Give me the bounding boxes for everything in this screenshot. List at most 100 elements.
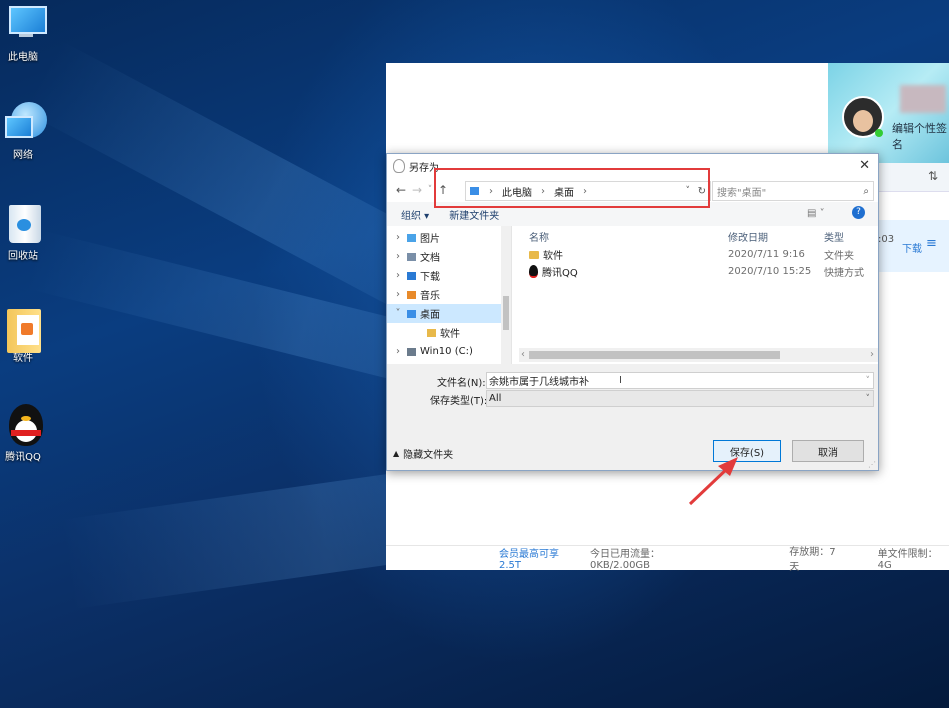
nav-item-label: 软件 [440, 329, 460, 340]
vip-link[interactable]: 会员最高可享2.5T [499, 545, 578, 571]
text-cursor-icon: I [619, 375, 622, 386]
resize-grip-icon[interactable]: ⋰ [868, 460, 876, 469]
h-scroll-thumb[interactable] [529, 351, 780, 359]
filename-input[interactable]: 余姚市属于几线城市补 I ˅ [486, 372, 874, 389]
filename-label: 文件名(N): [437, 378, 486, 389]
file-name-text: 软件 [543, 251, 563, 262]
nav-item-5[interactable]: 软件 [387, 323, 511, 342]
scroll-left-icon[interactable]: ‹ [521, 349, 525, 360]
help-icon[interactable]: ? [852, 206, 865, 219]
music-icon [407, 290, 416, 299]
qq-icon [3, 404, 43, 446]
file-row[interactable]: 腾讯QQ 2020/7/10 15:25 快捷方式 [519, 263, 878, 280]
desktop-icon-network[interactable]: 网络 [0, 102, 47, 161]
desktop-icon-recycle-bin[interactable]: 回收站 [0, 203, 46, 262]
storage-text: 存放期：7天 [789, 547, 836, 573]
desktop-icon-computer[interactable]: 此电脑 [0, 4, 47, 63]
profile-banner: 编辑个性签名 [828, 63, 949, 166]
cancel-button[interactable]: 取消 [792, 440, 864, 462]
chevron-up-icon: ▲ [393, 449, 400, 458]
expander-icon[interactable]: › [391, 346, 405, 357]
nav-item-3[interactable]: › 音乐 [387, 285, 511, 304]
folder-icon [529, 250, 539, 259]
hide-folders-label: 隐藏文件夹 [403, 450, 454, 461]
filetype-value: All [489, 393, 502, 404]
search-icon[interactable]: ⌕ [863, 186, 869, 197]
file-date: 2020/7/11 9:16 [728, 249, 805, 260]
nav-scrollbar[interactable] [501, 226, 511, 364]
nav-item-label: 桌面 [420, 310, 440, 321]
folder-icon [427, 328, 436, 337]
qq-icon [529, 265, 538, 278]
nav-item-label: 文档 [420, 253, 440, 264]
desktop-icon-label: 腾讯QQ [5, 452, 41, 463]
computer-icon [3, 4, 47, 44]
expander-icon[interactable]: › [391, 251, 405, 262]
file-row[interactable]: 软件 2020/7/11 9:16 文件夹 [519, 246, 878, 263]
search-input[interactable]: 搜索"桌面" [717, 184, 766, 199]
nav-item-4[interactable]: ˅ 桌面 [387, 304, 511, 323]
nav-item-0[interactable]: › 图片 [387, 228, 511, 247]
app-footer: 会员最高可享2.5T 今日已用流量：0KB/2.00GB 存放期：7天 单文件限… [386, 545, 949, 573]
hide-folders-toggle[interactable]: ▲ 隐藏文件夹 [393, 446, 453, 461]
close-icon[interactable]: ✕ [859, 158, 870, 173]
new-folder-button[interactable]: 新建文件夹 [449, 207, 499, 222]
file-type: 快捷方式 [824, 268, 864, 279]
view-options-icon[interactable]: ▤ ˅ [807, 208, 825, 219]
download-row[interactable]: :03 下载 ≡ [878, 220, 949, 272]
desktop-icon-label: 回收站 [8, 251, 38, 262]
filetype-dropdown-icon[interactable]: ˅ [866, 394, 871, 404]
expander-icon[interactable]: ˅ [391, 308, 405, 319]
horizontal-scrollbar[interactable]: ‹ › [519, 348, 878, 362]
sort-icon[interactable]: ⇅ [928, 169, 938, 183]
desktop-icon-label: 软件 [13, 353, 33, 364]
nav-item-label: Win10 (C:) [420, 346, 473, 357]
filename-value[interactable]: 余姚市属于几线城市补 [489, 373, 589, 388]
limit-text: 单文件限制：4G [877, 549, 938, 571]
address-highlight-box [434, 168, 710, 208]
expander-icon[interactable]: › [391, 270, 405, 281]
search-box[interactable]: 搜索"桌面" ⌕ [712, 181, 874, 201]
file-name[interactable]: 软件 [529, 247, 728, 262]
column-headers: 名称 修改日期 类型 [519, 226, 878, 246]
nav-item-label: 下载 [420, 272, 440, 283]
signature-hint[interactable]: 编辑个性签名 [892, 120, 949, 152]
expander-icon[interactable]: › [391, 289, 405, 300]
file-name-text: 腾讯QQ [542, 268, 578, 279]
menu-icon[interactable]: ≡ [926, 236, 937, 251]
nav-item-label: 音乐 [420, 291, 440, 302]
organize-button[interactable]: 组织 ▾ [401, 207, 429, 222]
expander-icon[interactable]: › [391, 232, 405, 243]
nav-item-6[interactable]: › Win10 (C:) [387, 342, 511, 361]
pictures-icon [407, 233, 416, 242]
column-name[interactable]: 名称 [529, 229, 728, 244]
qq-penguin-icon [393, 159, 405, 173]
sort-bar: ⇅ [878, 163, 949, 192]
network-icon [3, 102, 47, 142]
online-status-icon [875, 129, 883, 137]
scroll-right-icon[interactable]: › [870, 349, 874, 360]
filetype-select[interactable]: All ˅ [486, 390, 874, 407]
recycle-bin-icon [3, 203, 43, 243]
filename-dropdown-icon[interactable]: ˅ [866, 376, 871, 386]
desktop-icon-qq[interactable]: 腾讯QQ [0, 404, 46, 463]
forward-icon[interactable]: → [409, 183, 425, 197]
column-date[interactable]: 修改日期 [728, 229, 824, 244]
nav-item-2[interactable]: › 下载 [387, 266, 511, 285]
nav-scroll-thumb[interactable] [503, 296, 509, 330]
filetype-label: 保存类型(T): [430, 396, 488, 407]
file-type: 文件夹 [824, 251, 854, 262]
file-rows: 软件 2020/7/11 9:16 文件夹腾讯QQ 2020/7/10 15:25 快捷… [519, 246, 878, 280]
download-label[interactable]: 下载 [902, 240, 922, 255]
file-name[interactable]: 腾讯QQ [529, 264, 728, 279]
nav-item-label: 图片 [420, 234, 440, 245]
file-date: 2020/7/10 15:25 [728, 266, 812, 277]
back-icon[interactable]: ← [393, 183, 409, 197]
navigation-pane: › 图片 › 文档 › 下载 › 音乐 ˅ 桌面 软件 › Win10 (C:) [387, 226, 512, 364]
desktop-folder-icon [407, 309, 416, 318]
documents-icon [407, 252, 416, 261]
desktop-icon-software-folder[interactable]: 软件 [0, 305, 46, 364]
nav-item-1[interactable]: › 文档 [387, 247, 511, 266]
nav-list: › 图片 › 文档 › 下载 › 音乐 ˅ 桌面 软件 › Win10 (C:) [387, 226, 511, 361]
column-type[interactable]: 类型 [824, 229, 869, 244]
